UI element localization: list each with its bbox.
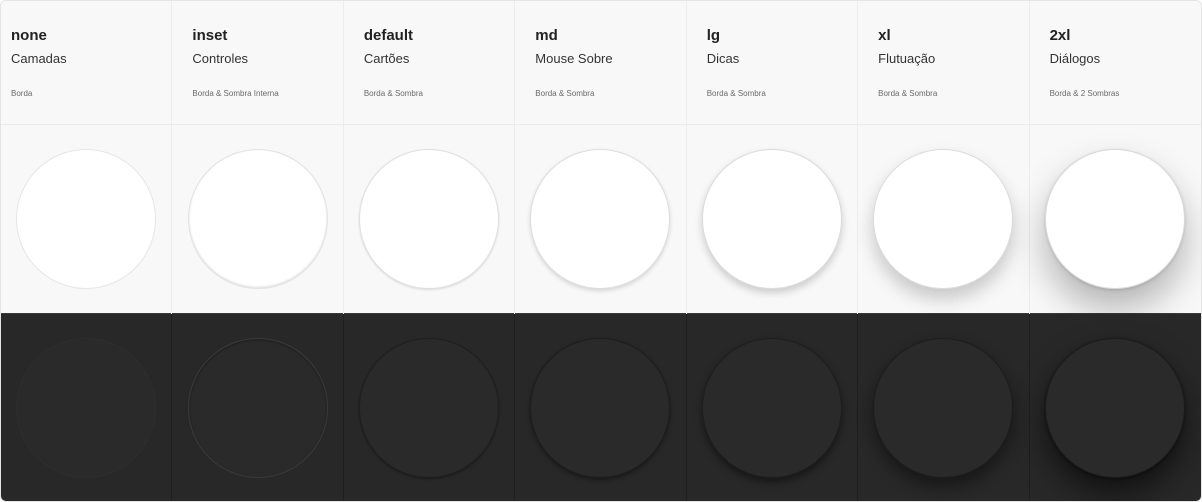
column-header: inset Controles Borda & Sombra Interna [172,1,343,125]
description: Borda & Sombra [535,89,595,98]
token-name: none [11,27,47,44]
light-circle-2xl [1045,149,1186,289]
dark-swatch-area [171,314,343,501]
light-circle-lg [701,149,842,289]
column-header: 2xl Diálogos Borda & 2 Sombras [1029,1,1201,125]
column-2xl: 2xl Diálogos Borda & 2 Sombras [1028,1,1201,501]
column-inset: inset Controles Borda & Sombra Interna [171,1,344,501]
dark-circle-inset [187,338,328,478]
column-none: none Camadas Borda [1,1,173,501]
dark-swatch-area [1,314,172,501]
dark-circle-md [530,338,671,478]
token-name: 2xl [1049,27,1071,44]
usage-label: Diálogos [1049,51,1101,66]
description: Borda & Sombra Interna [192,89,279,98]
dark-circle-default [359,338,500,478]
light-swatch-area [1,125,172,314]
light-circle-md [530,149,671,289]
light-swatch-area [172,125,343,314]
column-header: none Camadas Borda [1,1,172,125]
column-header: lg Dicas Borda & Sombra [686,1,858,125]
usage-label: Flutuação [878,51,936,66]
dark-swatch-area [685,314,858,501]
usage-label: Cartões [363,51,410,66]
light-circle-none [16,149,157,289]
light-circle-inset [187,149,328,289]
dark-circle-xl [873,338,1014,478]
dark-circle-2xl [1045,338,1186,478]
token-name: md [535,27,558,44]
dark-swatch-area [514,314,686,501]
token-name: default [363,27,414,44]
light-swatch-area [515,125,686,314]
light-swatch-area [1029,125,1201,314]
description: Borda [11,89,33,98]
column-default: default Cartões Borda & Sombra [342,1,516,501]
token-name: xl [878,27,891,44]
description: Borda & Sombra [878,89,938,98]
description: Borda & 2 Sombras [1049,89,1120,98]
usage-label: Mouse Sobre [535,51,613,66]
dark-circle-none [16,338,157,478]
usage-label: Dicas [706,51,740,66]
column-xl: xl Flutuação Borda & Sombra [857,1,1030,501]
column-header: xl Flutuação Borda & Sombra [858,1,1029,125]
light-swatch-area [858,125,1029,314]
dark-circle-lg [701,338,842,478]
dark-swatch-area [857,314,1029,501]
shadow-elevation-board: none Camadas Borda inset Controles Borda… [0,0,1202,502]
column-header: default Cartões Borda & Sombra [343,1,515,125]
light-swatch-area [686,125,858,314]
description: Borda & Sombra [363,89,423,98]
column-header: md Mouse Sobre Borda & Sombra [515,1,686,125]
light-circle-default [359,149,500,289]
light-swatch-area [343,125,515,314]
token-name: inset [192,27,228,44]
usage-label: Camadas [11,51,67,66]
column-md: md Mouse Sobre Borda & Sombra [514,1,687,501]
dark-swatch-area [1028,314,1201,501]
dark-swatch-area [342,314,515,501]
column-lg: lg Dicas Borda & Sombra [685,1,859,501]
description: Borda & Sombra [706,89,766,98]
usage-label: Controles [192,51,249,66]
light-circle-xl [873,149,1014,289]
token-name: lg [706,27,721,44]
